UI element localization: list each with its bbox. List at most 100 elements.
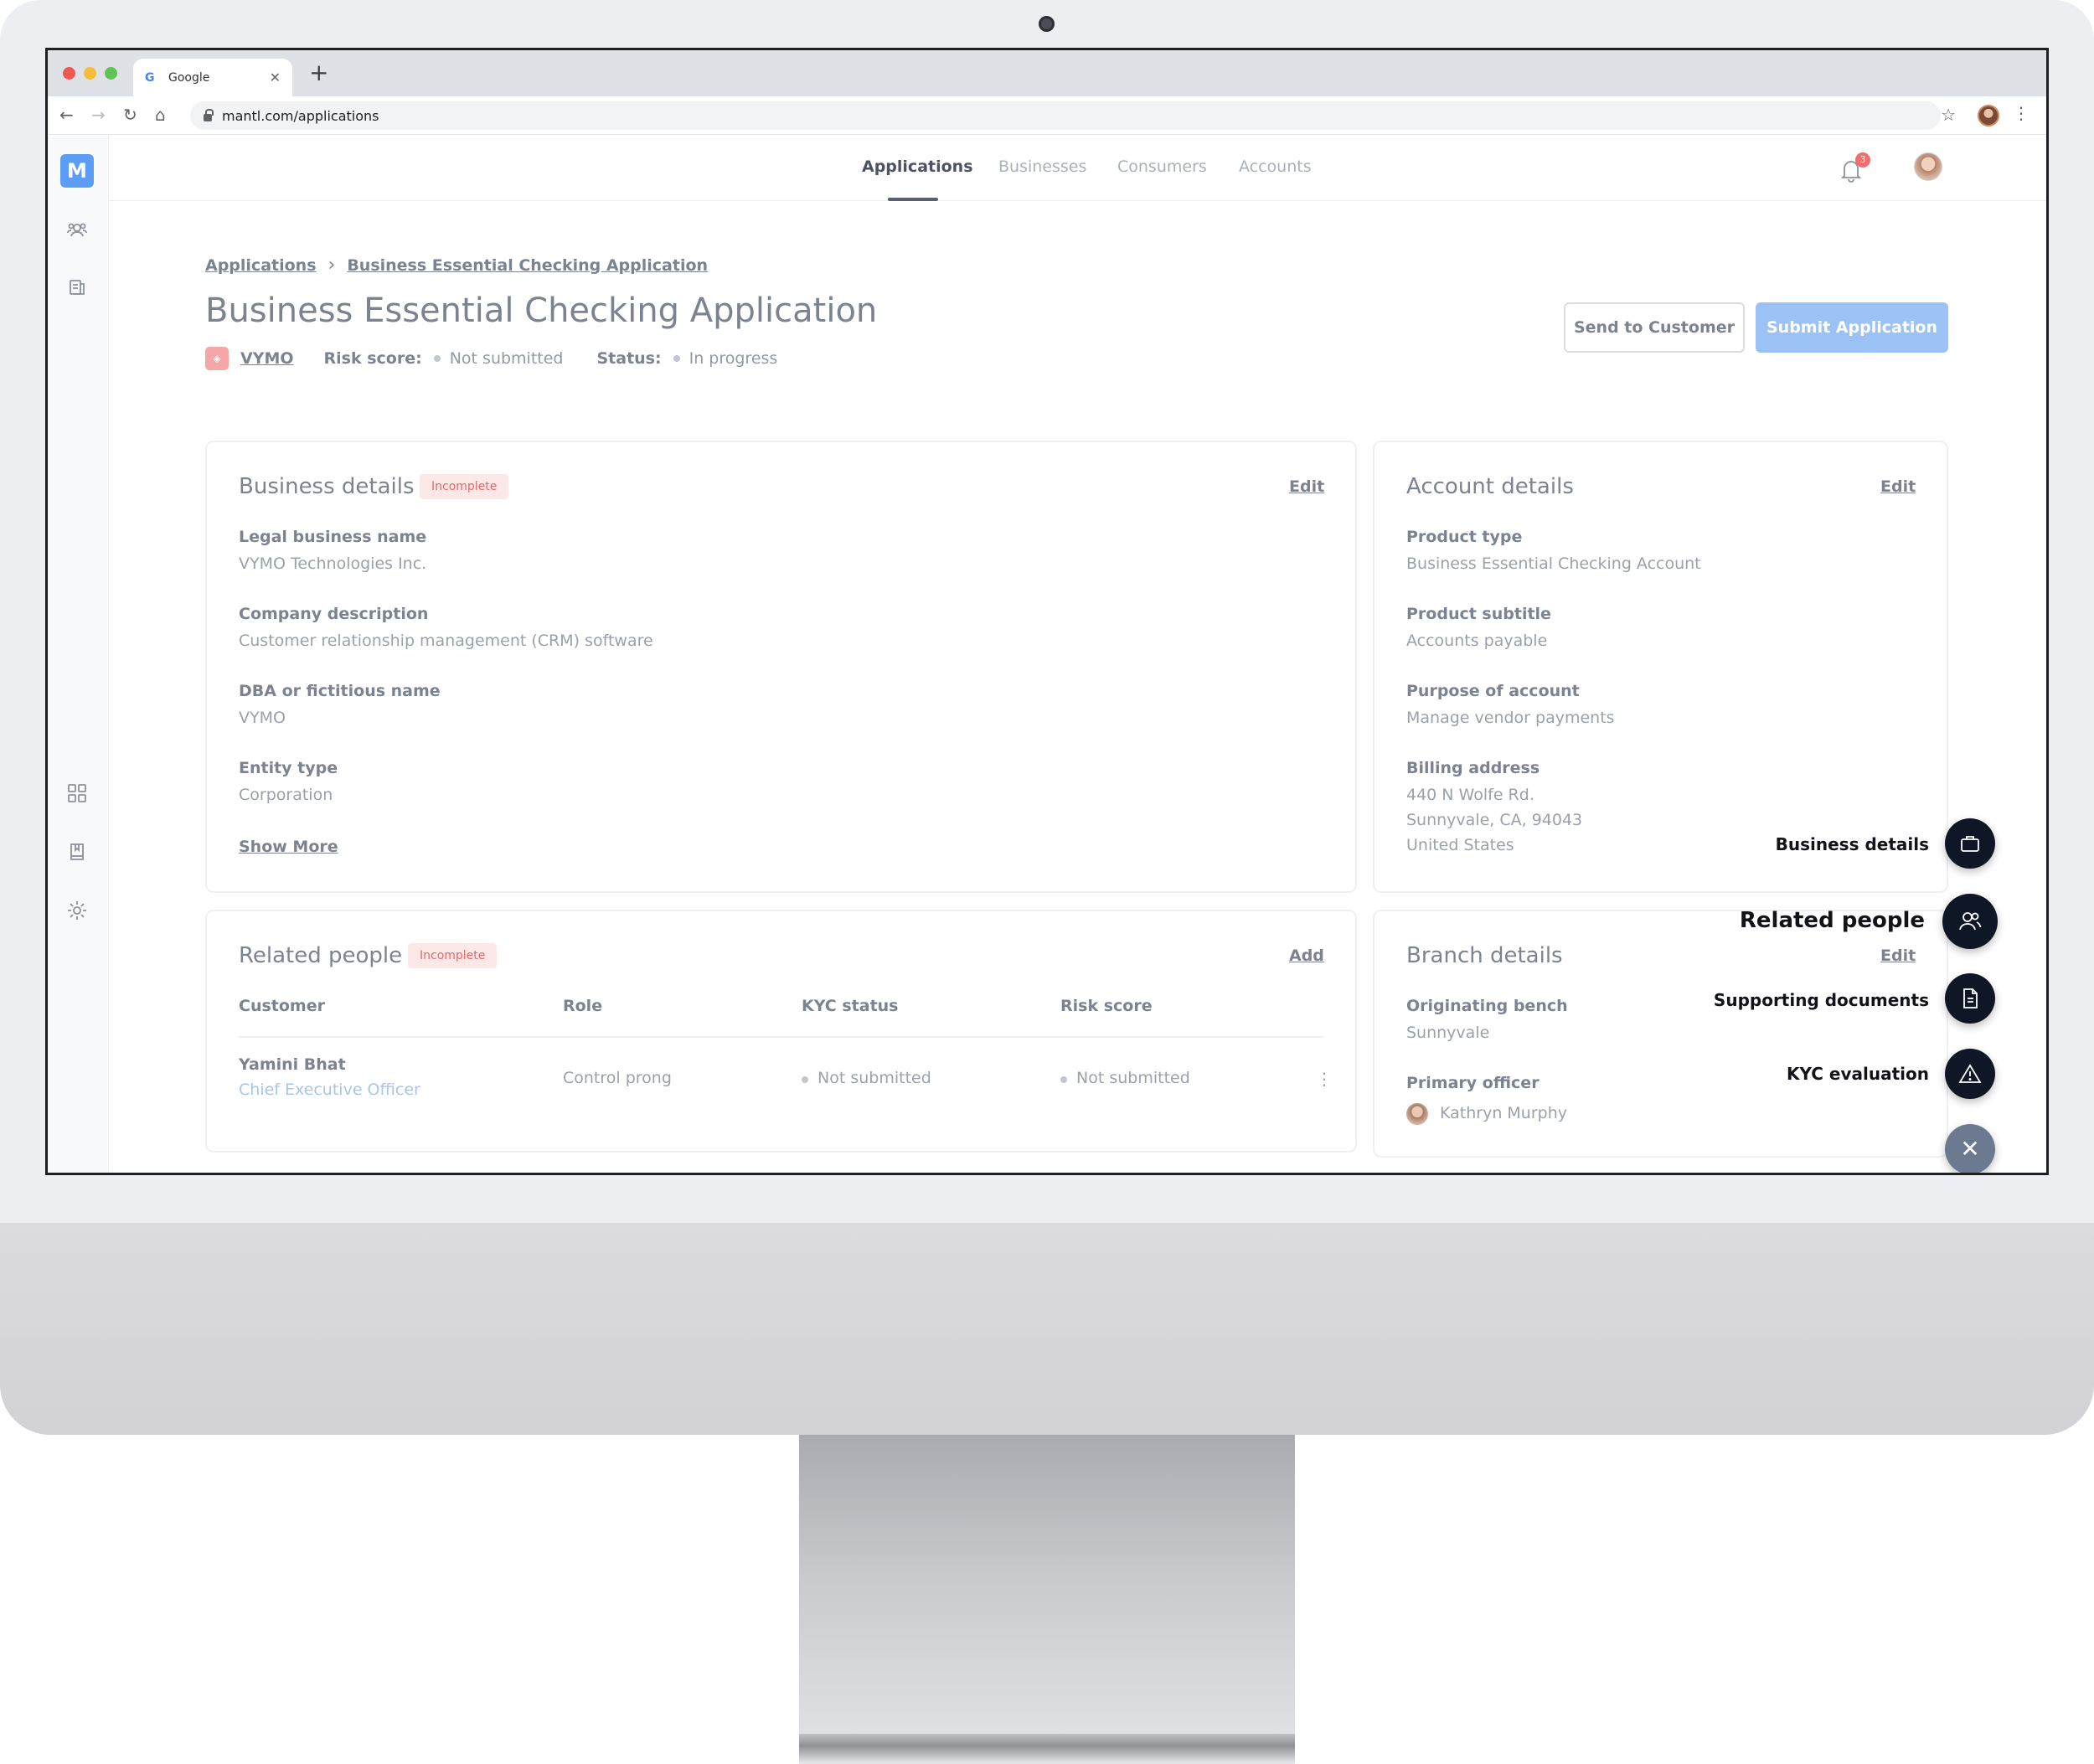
add-related-person-link[interactable]: Add	[1289, 946, 1324, 965]
tab-title: Google	[168, 70, 210, 85]
browser-menu-icon[interactable]: ⋮	[2013, 103, 2030, 123]
app-logo[interactable]: M	[60, 154, 94, 188]
risk-status-dot	[433, 355, 441, 362]
column-role: Role	[563, 997, 603, 1015]
kyc-status-dot	[802, 1076, 808, 1083]
related-people-title: Related people	[239, 943, 403, 968]
breadcrumb-applications[interactable]: Applications	[205, 256, 317, 275]
user-avatar[interactable]	[1914, 152, 1942, 181]
new-tab-button[interactable]: +	[309, 60, 328, 85]
account-details-title: Account details	[1406, 474, 1574, 499]
browser-tab[interactable]: G Google ✕	[133, 59, 292, 96]
submit-application-button[interactable]: Submit Application	[1756, 302, 1948, 353]
nav-applications[interactable]: Applications	[862, 157, 973, 176]
quick-nav-business-details-label[interactable]: Business details	[1776, 834, 1929, 854]
entity-type-value: Corporation	[239, 786, 333, 804]
product-subtitle-value: Accounts payable	[1406, 632, 1548, 650]
product-type-value: Business Essential Checking Account	[1406, 554, 1701, 573]
sidebar-people-icon[interactable]	[64, 219, 90, 245]
window-maximize-icon[interactable]	[105, 67, 117, 80]
briefcase-icon	[1961, 836, 1979, 852]
legal-business-name-value: VYMO Technologies Inc.	[239, 554, 427, 573]
primary-officer-name: Kathryn Murphy	[1440, 1104, 1567, 1122]
sidebar-settings-icon[interactable]	[64, 900, 90, 925]
business-details-status-badge: Incomplete	[420, 474, 509, 499]
risk-score-value: Not submitted	[449, 349, 564, 368]
billing-address-label: Billing address	[1406, 759, 1540, 777]
close-icon[interactable]: ✕	[1945, 1124, 1995, 1173]
row-more-icon[interactable]: ⋮	[1316, 1069, 1333, 1089]
app-root: M Applications Businesses Consumers Acco…	[48, 136, 2046, 1173]
person-name[interactable]: Yamini Bhat	[239, 1055, 346, 1074]
quick-nav-kyc-evaluation-button[interactable]	[1945, 1049, 1995, 1099]
person-role: Control prong	[563, 1069, 672, 1087]
dba-name-label: DBA or fictitious name	[239, 682, 441, 700]
quick-nav-supporting-documents-button[interactable]	[1945, 973, 1995, 1024]
business-details-edit-link[interactable]: Edit	[1289, 477, 1324, 496]
show-more-link[interactable]: Show More	[239, 838, 338, 856]
monitor-chin	[0, 1223, 2094, 1435]
window-close-icon[interactable]	[63, 67, 75, 80]
browser-tabbar: G Google ✕ +	[48, 50, 2046, 96]
quick-nav-kyc-evaluation-label[interactable]: KYC evaluation	[1787, 1064, 1929, 1084]
legal-business-name-label: Legal business name	[239, 528, 427, 546]
column-kyc-status: KYC status	[802, 997, 899, 1015]
entity-type-label: Entity type	[239, 759, 338, 777]
camera-icon	[1039, 16, 1055, 32]
forward-icon[interactable]: →	[91, 103, 106, 126]
dba-name-value: VYMO	[239, 709, 286, 727]
document-icon	[1963, 988, 1978, 1008]
branch-details-title: Branch details	[1406, 943, 1563, 968]
business-name-link[interactable]: VYMO	[240, 349, 294, 368]
status-label: Status:	[596, 349, 662, 368]
risk-score-text: Not submitted	[1076, 1069, 1190, 1087]
nav-accounts[interactable]: Accounts	[1239, 157, 1312, 176]
risk-score-dot	[1060, 1076, 1067, 1083]
purpose-value: Manage vendor payments	[1406, 709, 1615, 727]
quick-nav-supporting-documents-label[interactable]: Supporting documents	[1714, 990, 1929, 1010]
originating-bench-value: Sunnyvale	[1406, 1024, 1490, 1042]
bookmark-star-icon[interactable]: ☆	[1941, 105, 1956, 125]
url-bar[interactable]: mantl.com/applications	[190, 101, 1941, 130]
sidebar-book-icon[interactable]	[64, 841, 90, 866]
application-meta: ◈ VYMO Risk score: Not submitted Status:…	[205, 347, 777, 370]
related-people-status-badge: Incomplete	[408, 943, 498, 968]
quick-nav-related-people-label[interactable]: Related people	[1740, 908, 1925, 933]
branch-details-edit-link[interactable]: Edit	[1880, 946, 1916, 965]
account-details-edit-link[interactable]: Edit	[1880, 477, 1916, 496]
nav-businesses[interactable]: Businesses	[998, 157, 1086, 176]
billing-address-line-3: United States	[1406, 836, 1514, 854]
quick-nav-business-details-button[interactable]	[1945, 818, 1995, 869]
browser-profile-icon[interactable]	[1978, 105, 1999, 126]
tab-close-icon[interactable]: ✕	[270, 70, 281, 85]
window-minimize-icon[interactable]	[84, 67, 96, 80]
top-navigation: Applications Businesses Consumers Accoun…	[109, 136, 2046, 201]
nav-active-indicator	[888, 198, 938, 201]
product-subtitle-label: Product subtitle	[1406, 605, 1551, 623]
breadcrumb: Applications › Business Essential Checki…	[205, 255, 708, 276]
home-icon[interactable]: ⌂	[155, 103, 166, 126]
send-to-customer-button[interactable]: Send to Customer	[1564, 302, 1745, 353]
business-details-title: Business details	[239, 474, 415, 499]
nav-consumers[interactable]: Consumers	[1117, 157, 1207, 176]
breadcrumb-current[interactable]: Business Essential Checking Application	[347, 256, 708, 275]
sidebar-grid-icon[interactable]	[64, 782, 90, 807]
reload-icon[interactable]: ↻	[123, 103, 137, 126]
primary-officer-label: Primary officer	[1406, 1074, 1540, 1092]
sidebar-documents-icon[interactable]	[64, 276, 90, 302]
people-icon	[1959, 912, 1982, 931]
screen: G Google ✕ + ← → ↻ ⌂ mantl.com/applicati…	[45, 48, 2049, 1175]
chevron-right-icon: ›	[328, 255, 336, 276]
table-divider	[239, 1036, 1323, 1038]
branch-details-card: Branch details Edit Originating bench Su…	[1373, 910, 1948, 1158]
page-title: Business Essential Checking Application	[205, 291, 878, 330]
status-value: In progress	[689, 349, 778, 368]
billing-address-line-1: 440 N Wolfe Rd.	[1406, 786, 1534, 804]
quick-nav-related-people-button[interactable]	[1942, 894, 1998, 949]
related-people-card: Related people Incomplete Add Customer R…	[205, 910, 1357, 1153]
person-title: Chief Executive Officer	[239, 1081, 420, 1099]
company-description-label: Company description	[239, 605, 429, 623]
officer-avatar	[1406, 1102, 1428, 1125]
back-icon[interactable]: ←	[59, 103, 74, 126]
person-kyc-status: Not submitted	[802, 1069, 931, 1087]
